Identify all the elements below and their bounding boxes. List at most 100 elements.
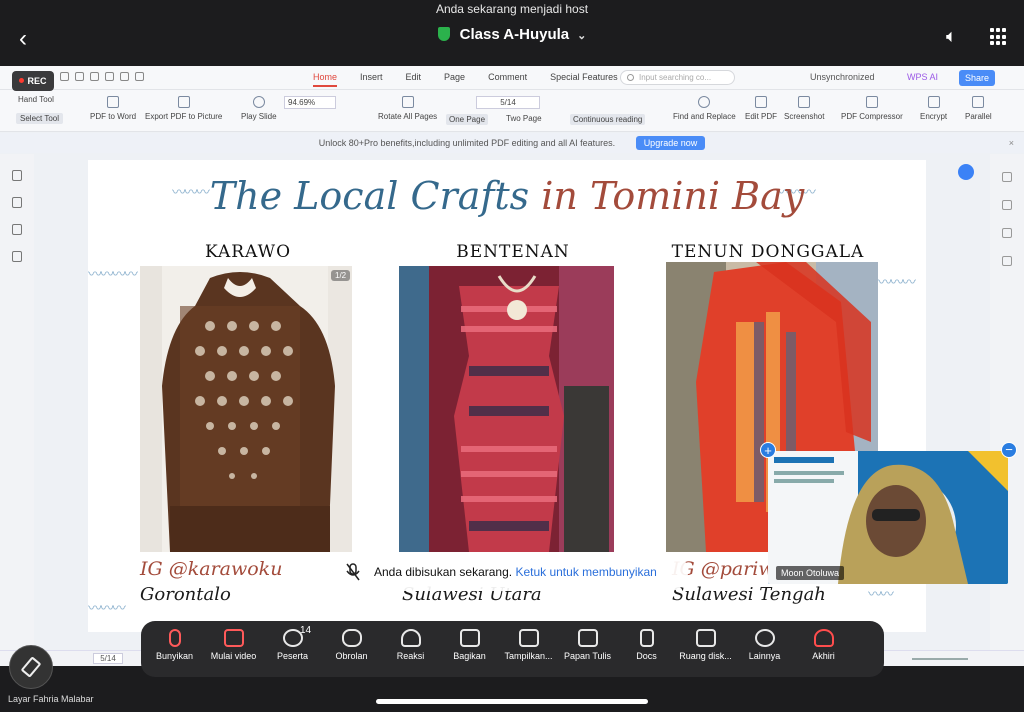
- wave-decoration: 〰〰: [868, 586, 894, 602]
- breakout-label: Ruang disk...: [679, 651, 732, 661]
- compress-icon: [865, 96, 878, 108]
- export-pdf-picture-button[interactable]: Export PDF to Picture: [145, 94, 222, 121]
- unsync-status[interactable]: Unsynchronized: [810, 72, 875, 82]
- share-screen-button[interactable]: Bagikan: [440, 621, 499, 677]
- chevron-down-icon: ⌄: [577, 30, 587, 42]
- wps-share-button[interactable]: Share: [959, 70, 995, 86]
- pdf-to-word-label: PDF to Word: [90, 112, 137, 121]
- pdf-compressor-button[interactable]: PDF Compressor: [841, 94, 903, 121]
- more-label: Lainnya: [748, 651, 781, 661]
- edit-icon: [755, 96, 767, 108]
- end-meeting-button[interactable]: Akhiri: [794, 621, 853, 677]
- cc-icon: [518, 629, 539, 647]
- select-tool-button[interactable]: Select Tool: [16, 113, 63, 124]
- breakout-rooms-button[interactable]: Ruang disk...: [676, 621, 735, 677]
- video-off-icon: [223, 629, 244, 647]
- redo-icon[interactable]: [135, 72, 144, 81]
- close-icon[interactable]: ×: [1009, 133, 1014, 153]
- meeting-title-button[interactable]: Class A-Huyula ⌄: [0, 26, 1024, 43]
- scissors-icon: [798, 96, 811, 108]
- unmute-label: Bunyikan: [155, 651, 194, 661]
- bookmark-icon[interactable]: [12, 170, 22, 181]
- tab-comment[interactable]: Comment: [488, 72, 527, 87]
- comment-icon[interactable]: [12, 224, 22, 235]
- tab-page[interactable]: Page: [444, 72, 465, 87]
- folder-icon[interactable]: [60, 72, 69, 81]
- zoom-slider[interactable]: [912, 658, 968, 660]
- attachment-icon[interactable]: [12, 251, 22, 262]
- status-page-input[interactable]: 5/14: [93, 653, 123, 664]
- upgrade-button[interactable]: Upgrade now: [635, 136, 706, 150]
- pdf-compressor-label: PDF Compressor: [841, 112, 903, 121]
- zoom-icon[interactable]: [1002, 228, 1012, 238]
- undo-icon[interactable]: [120, 72, 129, 81]
- play-slide-button[interactable]: Play Slide: [241, 94, 277, 121]
- wave-decoration: 〰〰〰〰: [88, 266, 138, 282]
- unmute-link[interactable]: Ketuk untuk membunyikan: [515, 565, 656, 579]
- translate-icon[interactable]: [1002, 200, 1012, 210]
- properties-icon[interactable]: [1002, 256, 1012, 266]
- save-icon[interactable]: [75, 72, 84, 81]
- more-button[interactable]: Lainnya: [735, 621, 794, 677]
- home-indicator[interactable]: [376, 699, 648, 704]
- tab-special-features[interactable]: Special Features: [550, 72, 618, 87]
- word-icon: [107, 96, 120, 108]
- gallery-grid-icon[interactable]: [990, 28, 1008, 46]
- thumbnail-icon[interactable]: [12, 197, 22, 208]
- print-preview-icon[interactable]: [105, 72, 114, 81]
- reactions-button[interactable]: Reaksi: [381, 621, 440, 677]
- chat-icon: [341, 629, 362, 647]
- whiteboard-label: Papan Tulis: [563, 651, 612, 661]
- edit-pdf-button[interactable]: Edit PDF: [745, 94, 777, 121]
- pencil-icon: [20, 656, 42, 678]
- tab-edit[interactable]: Edit: [406, 72, 422, 87]
- pdf-to-word-button[interactable]: PDF to Word: [90, 94, 136, 121]
- breakout-icon: [695, 629, 716, 647]
- tab-insert[interactable]: Insert: [360, 72, 383, 87]
- captions-button[interactable]: Tampilkan...: [499, 621, 558, 677]
- meeting-topbar: ‹ Class A-Huyula ⌄ 🔈︎: [0, 18, 1024, 62]
- chat-button[interactable]: Obrolan: [322, 621, 381, 677]
- section-title-karawo: KARAWO: [204, 242, 292, 262]
- find-replace-button[interactable]: Find and Replace: [673, 94, 736, 121]
- start-video-button[interactable]: Mulai video: [204, 621, 263, 677]
- encrypt-label: Encrypt: [920, 112, 948, 121]
- screenshot-label: Screenshot: [784, 112, 825, 121]
- menu-tabs: Home Insert Edit Page Comment Special Fe…: [313, 72, 618, 87]
- whiteboard-button[interactable]: Papan Tulis: [558, 621, 617, 677]
- screenshot-button[interactable]: Screenshot: [784, 94, 824, 121]
- quick-access-icons: [60, 72, 144, 81]
- section-title-tenun: TENUN DONGGALA: [671, 242, 865, 262]
- speaker-icon[interactable]: 🔈︎: [946, 26, 968, 48]
- encrypt-button[interactable]: Encrypt: [920, 94, 947, 121]
- zoom-select[interactable]: 94.69%: [284, 96, 336, 109]
- print-icon[interactable]: [90, 72, 99, 81]
- wps-ai-button[interactable]: WPS AI: [907, 72, 938, 82]
- parallel-button[interactable]: Parallel: [965, 94, 992, 121]
- wave-decoration: 〰〰〰: [88, 600, 126, 616]
- muted-toast[interactable]: Anda dibisukan sekarang. Ketuk untuk mem…: [326, 553, 688, 591]
- promo-banner: Unlock 80+Pro benefits,including unlimit…: [0, 133, 1024, 153]
- collapse-icon[interactable]: [1002, 172, 1012, 182]
- one-page-button[interactable]: One Page: [446, 114, 489, 125]
- docs-button[interactable]: Docs: [617, 621, 676, 677]
- annotate-button[interactable]: [9, 645, 53, 689]
- minus-icon[interactable]: −: [1001, 442, 1017, 458]
- wave-decoration: 〰〰〰: [878, 274, 916, 290]
- wps-search-input[interactable]: Input searching co...: [620, 70, 735, 85]
- translate-badge-icon[interactable]: [958, 164, 974, 180]
- plus-icon[interactable]: +: [760, 442, 776, 458]
- tab-home[interactable]: Home: [313, 72, 338, 87]
- hand-tool-button[interactable]: Hand Tool: [18, 95, 54, 104]
- slide-title-main: The Local Crafts: [209, 174, 530, 218]
- search-icon: [627, 74, 634, 81]
- rotate-all-button[interactable]: Rotate All Pages: [378, 94, 437, 121]
- captions-label: Tampilkan...: [504, 651, 553, 661]
- host-notice: Anda sekarang menjadi host: [435, 2, 589, 16]
- continuous-reading-button[interactable]: Continuous reading: [570, 114, 646, 125]
- unmute-button[interactable]: Bunyikan: [145, 621, 204, 677]
- participants-button[interactable]: 14 Peserta: [263, 621, 322, 677]
- two-page-button[interactable]: Two Page: [506, 114, 542, 123]
- participant-video-tile[interactable]: Moon Otoluwa: [768, 451, 1008, 584]
- page-number-input[interactable]: 5/14: [476, 96, 540, 109]
